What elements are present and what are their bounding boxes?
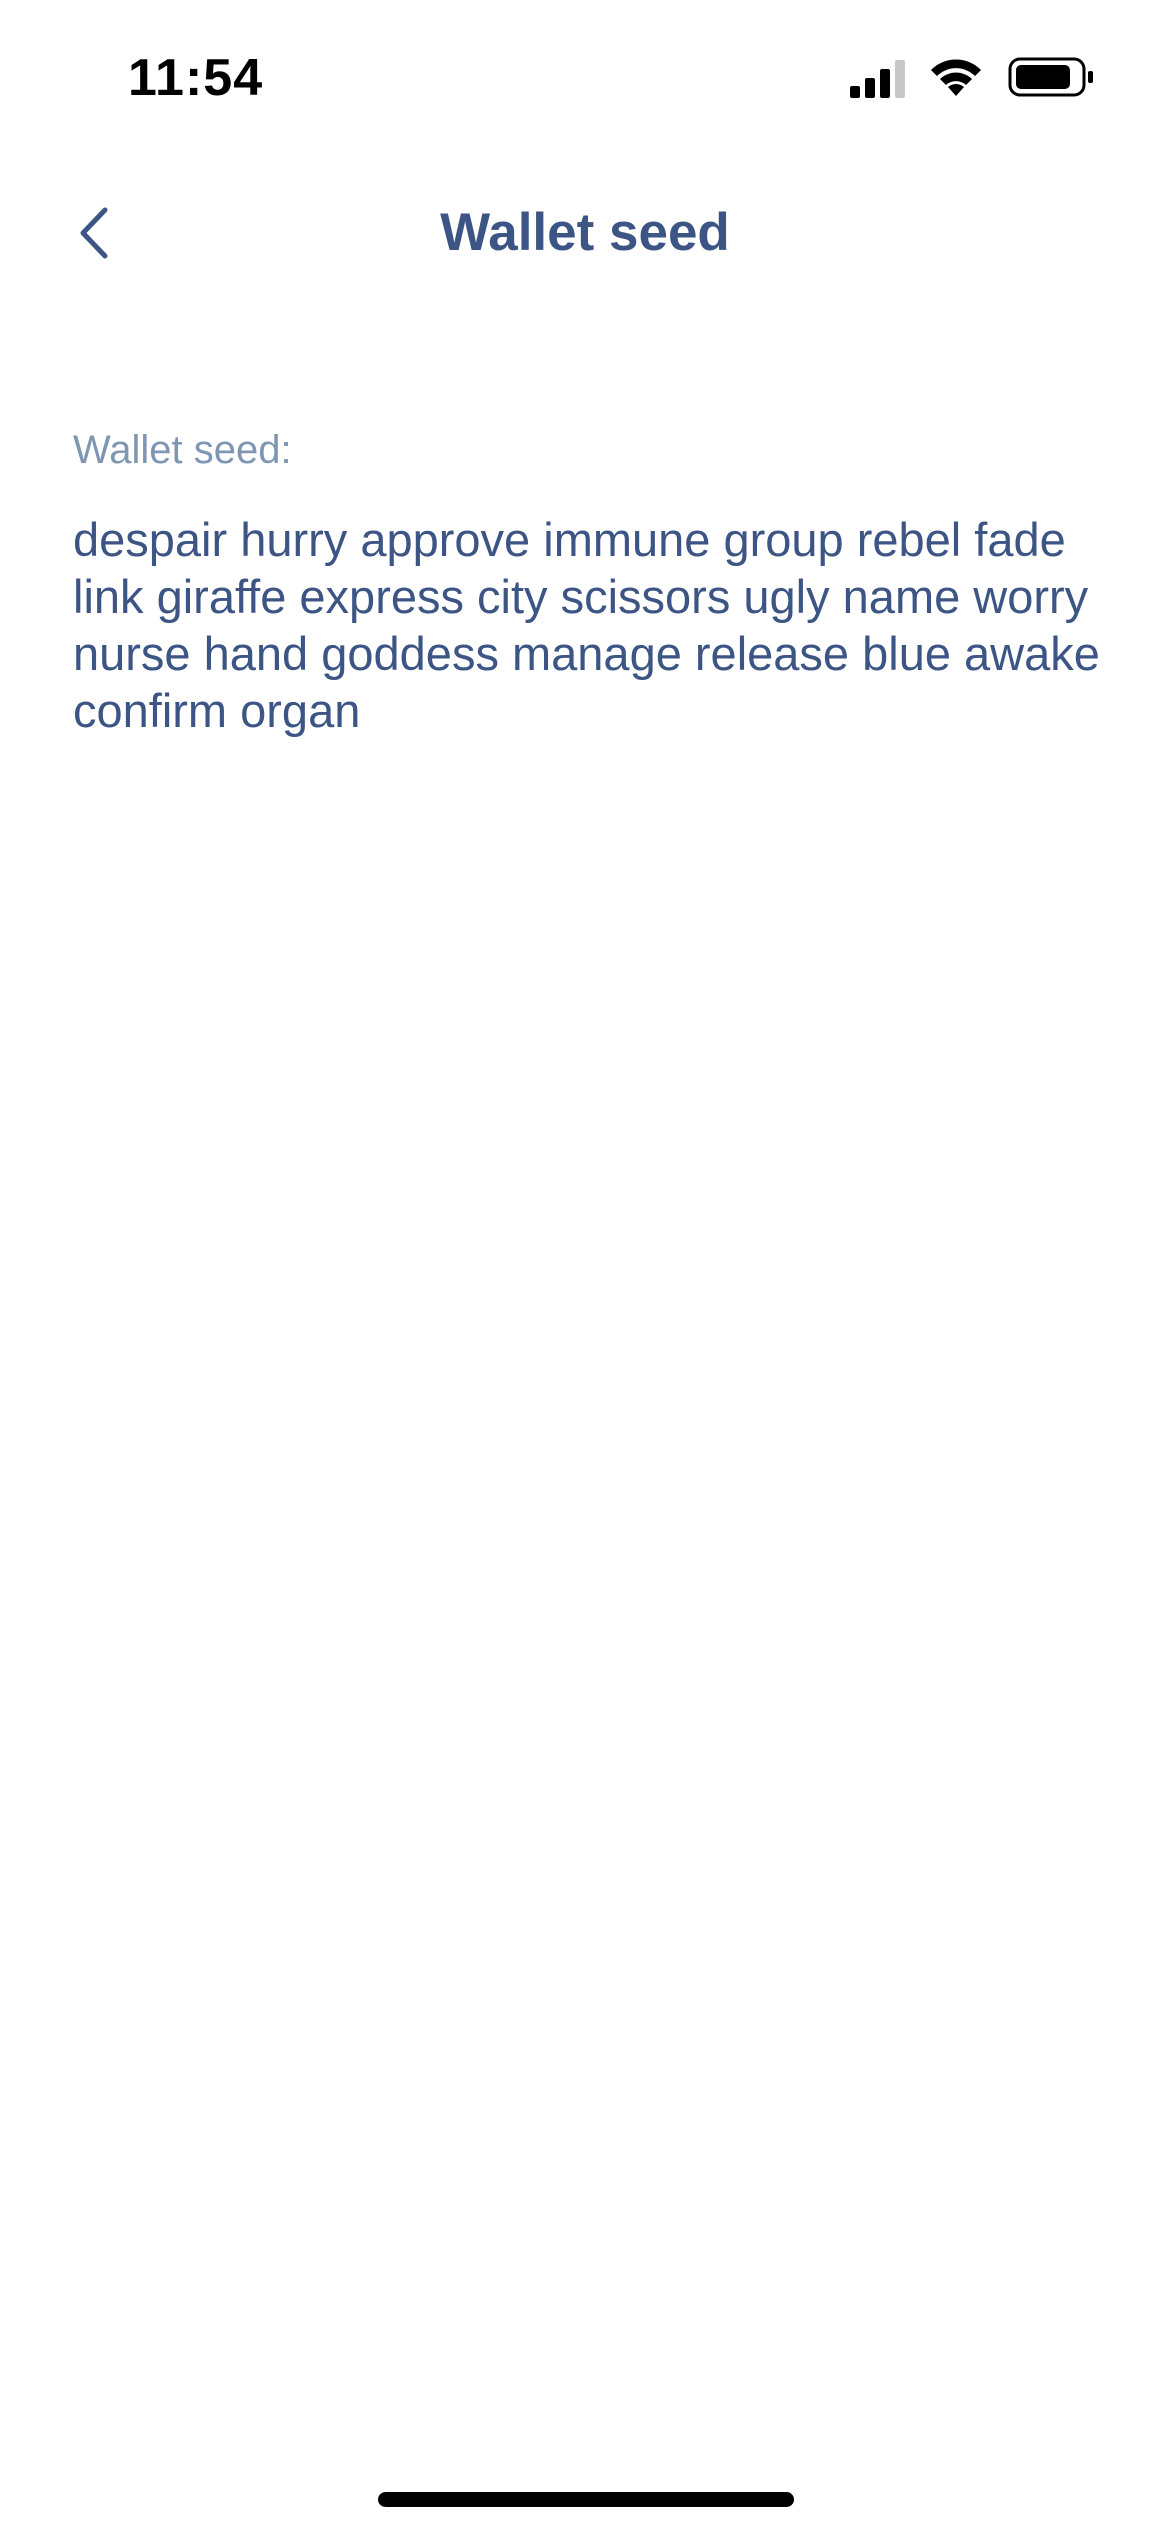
seed-section: Wallet seed: despair hurry approve immun… xyxy=(73,428,1103,739)
home-indicator[interactable] xyxy=(378,2492,794,2507)
page-title: Wallet seed xyxy=(440,203,730,262)
wifi-icon xyxy=(931,59,981,96)
seed-phrase-text: despair hurry approve immune group rebel… xyxy=(73,513,1100,737)
status-time: 11:54 xyxy=(128,49,264,107)
seed-label: Wallet seed: xyxy=(73,428,292,472)
battery-icon xyxy=(1008,57,1093,97)
status-bar: 11:54 xyxy=(0,0,1170,150)
navigation-bar: Wallet seed xyxy=(0,180,1170,290)
cellular-signal-icon xyxy=(850,60,905,98)
